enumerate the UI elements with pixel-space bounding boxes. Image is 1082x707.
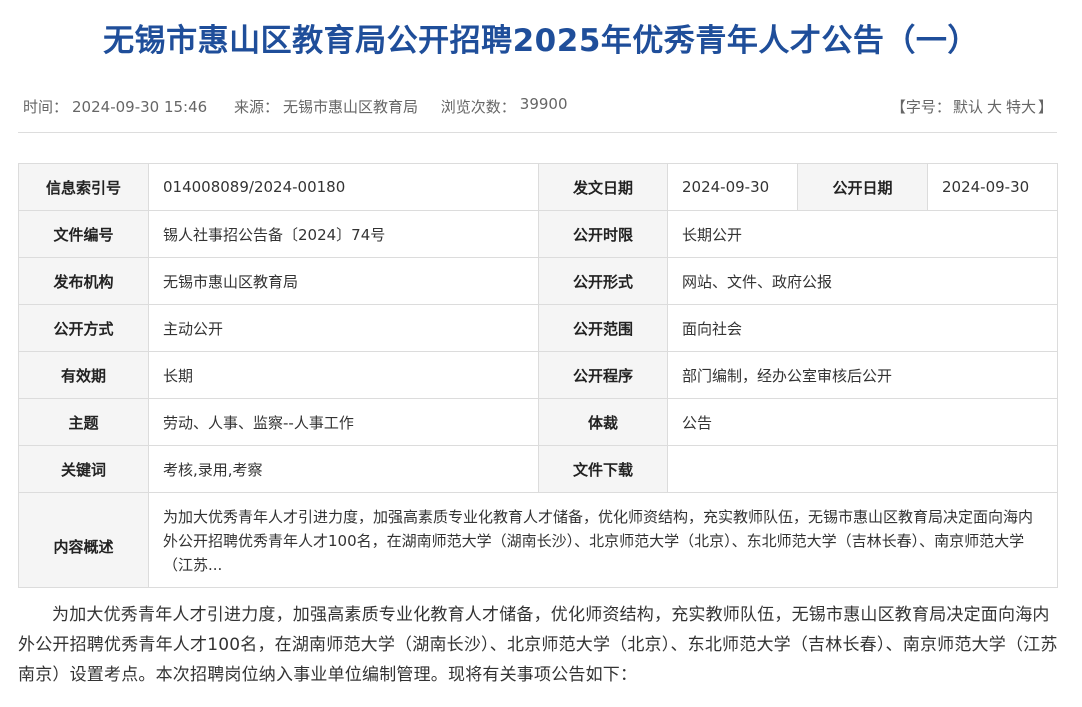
org-value: 无锡市惠山区教育局 — [148, 257, 539, 305]
org-label: 发布机构 — [18, 257, 149, 305]
summary-value: 为加大优秀青年人才引进力度，加强高素质专业化教育人才储备，优化师资结构，充实教师… — [148, 492, 1058, 588]
issue-date-value: 2024-09-30 — [667, 163, 798, 211]
table-row: 公开方式 主动公开 公开范围 面向社会 — [18, 304, 1058, 352]
font-size-label: 【字号： — [890, 98, 951, 116]
time-value: 2024-09-30 15:46 — [72, 98, 208, 116]
meta-info: 时间： 2024-09-30 15:46 来源： 无锡市惠山区教育局 浏览次数： 39… — [23, 95, 572, 117]
genre-value: 公告 — [667, 398, 1058, 446]
issue-date-label: 发文日期 — [538, 163, 668, 211]
doc-number-label: 文件编号 — [18, 210, 149, 258]
keywords-label: 关键词 — [18, 445, 149, 493]
scope-value: 面向社会 — [667, 304, 1058, 352]
genre-label: 体裁 — [538, 398, 668, 446]
scope-label: 公开范围 — [538, 304, 668, 352]
views-count: 39900 — [519, 95, 568, 113]
period-label: 公开时限 — [538, 210, 668, 258]
index-value: 014008089/2024-00180 — [148, 163, 539, 211]
table-row: 发布机构 无锡市惠山区教育局 公开形式 网站、文件、政府公报 — [18, 257, 1058, 305]
index-label: 信息索引号 — [18, 163, 149, 211]
procedure-label: 公开程序 — [538, 351, 668, 399]
table-row: 关键词 考核,录用,考察 文件下载 — [18, 445, 1058, 493]
font-size-default-link[interactable]: 默认 — [953, 98, 983, 116]
table-row: 信息索引号 014008089/2024-00180 发文日期 2024-09-… — [18, 163, 1058, 211]
table-row: 内容概述 为加大优秀青年人才引进力度，加强高素质专业化教育人才储备，优化师资结构… — [18, 492, 1058, 588]
time-label: 时间： — [23, 98, 69, 116]
public-date-value: 2024-09-30 — [927, 163, 1058, 211]
source-label: 来源： — [233, 98, 279, 116]
validity-label: 有效期 — [18, 351, 149, 399]
font-size-bracket: 】 — [1037, 98, 1053, 116]
validity-value: 长期 — [148, 351, 539, 399]
public-date-label: 公开日期 — [797, 163, 928, 211]
page-title: 无锡市惠山区教育局公开招聘2025年优秀青年人才公告（一） — [103, 23, 979, 59]
summary-label: 内容概述 — [18, 492, 149, 588]
download-label: 文件下载 — [538, 445, 668, 493]
download-value — [667, 445, 1058, 493]
table-row: 文件编号 锡人社事招公告备〔2024〕74号 公开时限 长期公开 — [18, 210, 1058, 258]
period-value: 长期公开 — [667, 210, 1058, 258]
method-label: 公开方式 — [18, 304, 149, 352]
info-table: 信息索引号 014008089/2024-00180 发文日期 2024-09-… — [18, 163, 1058, 588]
form-value: 网站、文件、政府公报 — [667, 257, 1058, 305]
views-label: 浏览次数： — [440, 98, 516, 116]
meta-bar: 时间： 2024-09-30 15:46 来源： 无锡市惠山区教育局 浏览次数： 39… — [18, 82, 1057, 133]
font-size-large-link[interactable]: 大 — [987, 98, 1002, 116]
article-paragraph: 为加大优秀青年人才引进力度，加强高素质专业化教育人才储备，优化师资结构，充实教师… — [18, 605, 1058, 685]
font-size-xlarge-link[interactable]: 特大 — [1006, 98, 1036, 116]
subject-value: 劳动、人事、监察--人事工作 — [148, 398, 539, 446]
subject-label: 主题 — [18, 398, 149, 446]
form-label: 公开形式 — [538, 257, 668, 305]
source-value: 无锡市惠山区教育局 — [282, 98, 418, 116]
keywords-value: 考核,录用,考察 — [148, 445, 539, 493]
procedure-value: 部门编制，经办公室审核后公开 — [667, 351, 1058, 399]
table-row: 有效期 长期 公开程序 部门编制，经办公室审核后公开 — [18, 351, 1058, 399]
table-row: 主题 劳动、人事、监察--人事工作 体裁 公告 — [18, 398, 1058, 446]
doc-number-value: 锡人社事招公告备〔2024〕74号 — [148, 210, 539, 258]
method-value: 主动公开 — [148, 304, 539, 352]
font-size-selector: 【字号： 默认大特大】 — [891, 96, 1053, 117]
